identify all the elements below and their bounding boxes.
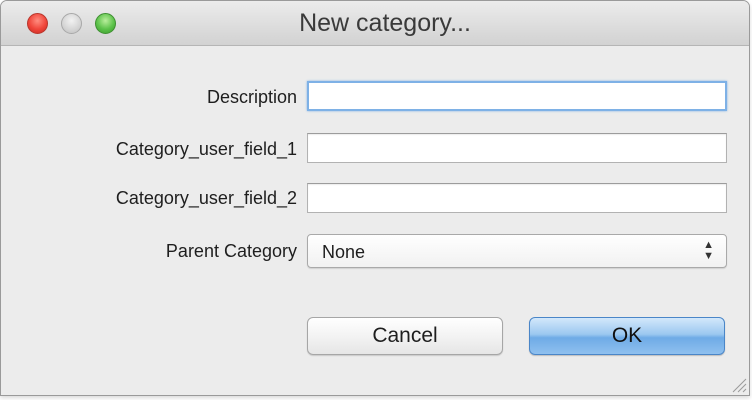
parent-category-selected-value: None [322, 242, 366, 262]
up-down-arrows-icon: ▲ ▼ [703, 239, 714, 262]
new-category-dialog: New category... Description Category_use… [0, 0, 750, 396]
parent-category-label: Parent Category [165, 241, 297, 261]
description-label: Description [206, 87, 297, 107]
category-user-field-1-input[interactable] [307, 133, 727, 163]
category-user-field-2-input[interactable] [307, 183, 727, 213]
ok-button[interactable]: OK [529, 317, 725, 355]
category-user-field-1-label: Category_user_field_1 [115, 139, 297, 159]
resize-grip-icon[interactable] [729, 375, 747, 393]
window-title: New category... [299, 9, 471, 37]
title-bar[interactable]: New category... [1, 1, 749, 46]
category-user-field-2-label: Category_user_field_2 [115, 188, 297, 208]
parent-category-select[interactable]: None ▲ ▼ [307, 234, 727, 268]
cancel-button[interactable]: Cancel [307, 317, 503, 355]
description-input[interactable] [307, 81, 727, 111]
